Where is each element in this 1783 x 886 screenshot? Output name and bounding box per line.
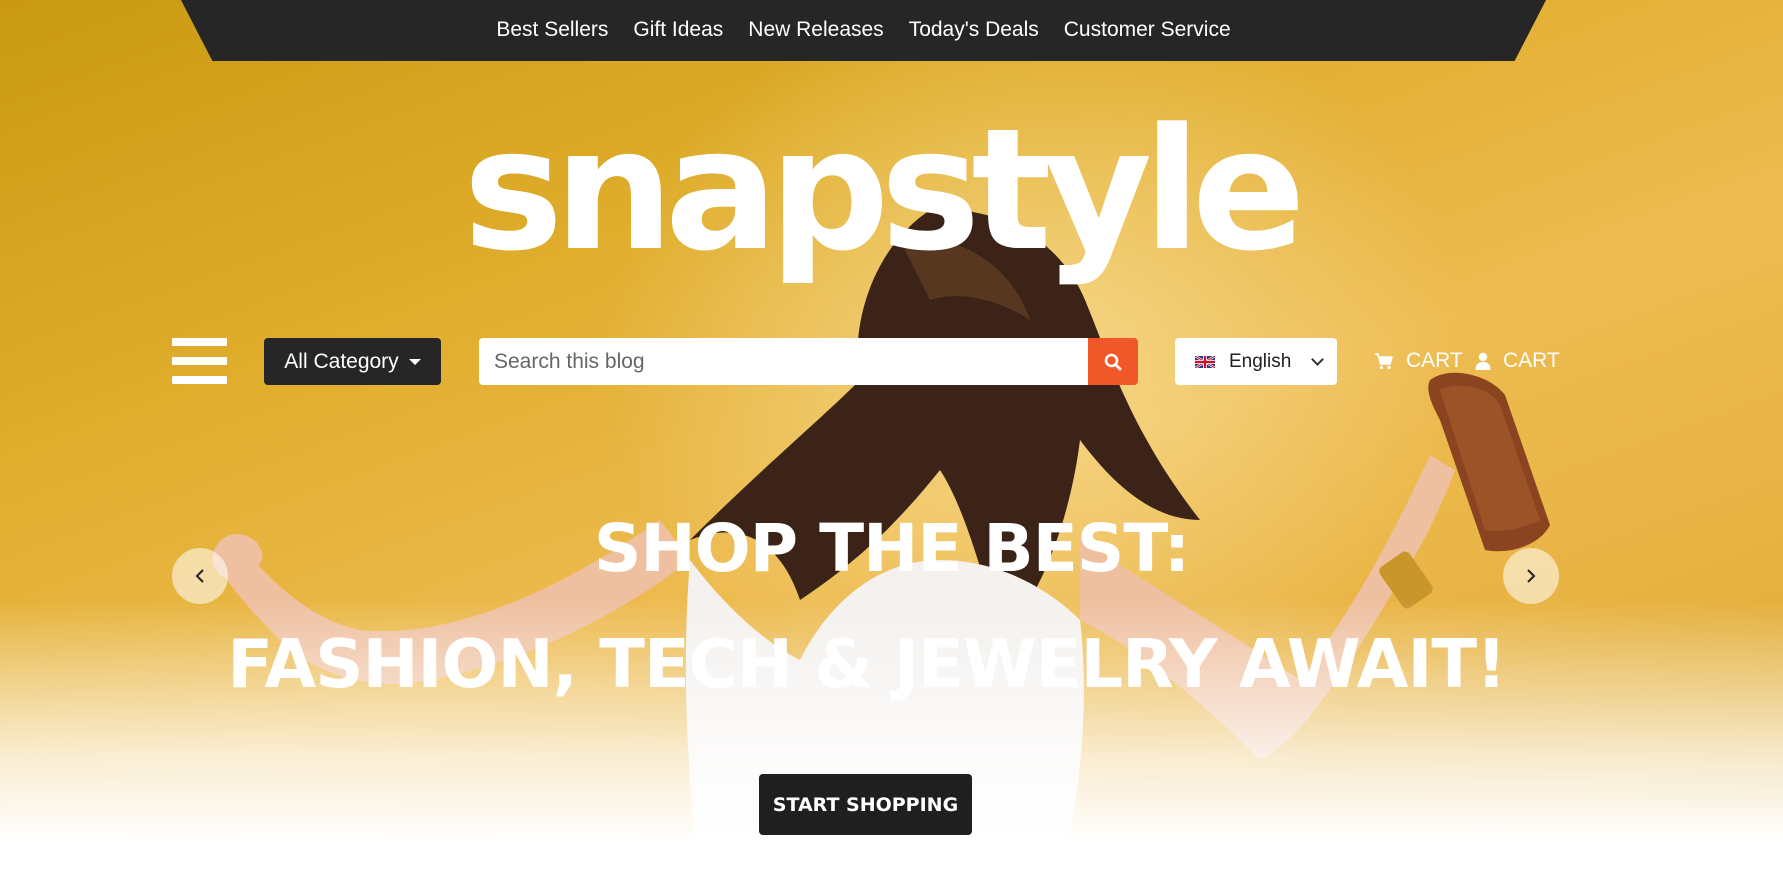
- search-icon: [1104, 353, 1122, 370]
- search-input[interactable]: [494, 349, 1088, 374]
- language-selector[interactable]: English: [1175, 338, 1337, 385]
- search-button[interactable]: [1088, 338, 1138, 385]
- nav-customer-service[interactable]: Customer Service: [1064, 18, 1231, 42]
- cart-label: CART: [1406, 349, 1463, 372]
- top-navigation: Best Sellers Gift Ideas New Releases Tod…: [181, 0, 1546, 61]
- cart-link[interactable]: CART: [1374, 347, 1463, 375]
- account-cart-label: CART: [1503, 349, 1560, 372]
- language-label: English: [1229, 350, 1292, 372]
- hamburger-bar: [172, 338, 227, 346]
- uk-flag-icon: [1195, 355, 1215, 368]
- nav-new-releases[interactable]: New Releases: [748, 18, 883, 42]
- hamburger-menu-icon[interactable]: [172, 338, 227, 384]
- search-field[interactable]: [479, 338, 1088, 385]
- site-logo[interactable]: snapstyle: [440, 90, 1320, 290]
- category-label: All Category: [284, 349, 399, 373]
- hero-headline-secondary: FASHION, TECH & JEWELRY AWAIT!: [227, 625, 1506, 703]
- caret-down-icon: [408, 358, 421, 365]
- user-icon: [1475, 352, 1491, 370]
- start-shopping-button[interactable]: START SHOPPING: [759, 774, 972, 835]
- nav-gift-ideas[interactable]: Gift Ideas: [633, 18, 723, 42]
- shopping-cart-icon: [1375, 353, 1393, 370]
- hamburger-bar: [172, 357, 227, 365]
- nav-best-sellers[interactable]: Best Sellers: [496, 18, 608, 42]
- account-cart-link[interactable]: CART: [1475, 347, 1560, 375]
- hamburger-bar: [172, 376, 227, 384]
- category-dropdown-button[interactable]: All Category: [264, 338, 441, 385]
- chevron-down-icon: [1311, 353, 1325, 366]
- nav-todays-deals[interactable]: Today's Deals: [909, 18, 1039, 42]
- hero-headline-primary: SHOP THE BEST:: [593, 510, 1190, 587]
